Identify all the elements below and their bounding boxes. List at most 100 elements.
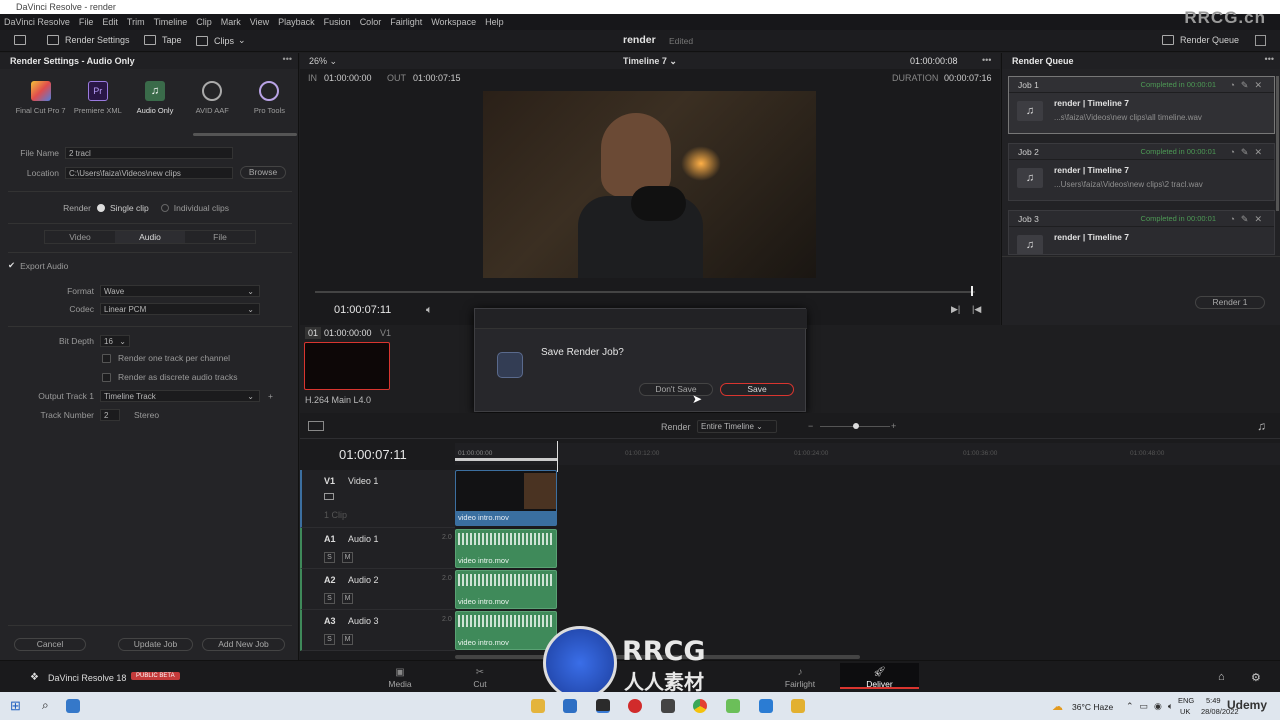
file-name-input[interactable]: 2 tracl xyxy=(65,147,233,159)
last-frame-icon[interactable]: |◀ xyxy=(972,304,981,315)
codec-select[interactable]: Linear PCM ⌄ xyxy=(100,303,260,315)
more-options-icon[interactable]: ••• xyxy=(1265,54,1274,64)
fullscreen-icon[interactable] xyxy=(1255,35,1266,46)
one-track-checkbox[interactable] xyxy=(102,353,111,363)
tab-video[interactable]: Video xyxy=(45,231,115,243)
preset-audio-only[interactable]: ♫ Audio Only xyxy=(126,81,183,115)
bit-depth-select[interactable]: 16 ⌄ xyxy=(100,335,130,347)
render-all-button[interactable]: Render 1 xyxy=(1195,296,1265,309)
clock-time[interactable]: 5:49 xyxy=(1206,696,1221,705)
language-code[interactable]: ENG xyxy=(1178,696,1194,705)
track-monitor-icon[interactable] xyxy=(324,493,334,500)
mute-button[interactable]: M xyxy=(342,634,353,645)
zoom-out-icon[interactable]: − xyxy=(808,421,813,431)
tray-icons[interactable]: ⌃▭◉🔈︎ xyxy=(1126,701,1179,712)
menu-color[interactable]: Color xyxy=(360,17,382,27)
preset-premiere-xml[interactable]: Pr Premiere XML xyxy=(69,81,126,115)
job-actions[interactable]: ◔✎✕ xyxy=(1229,77,1268,93)
todo-icon[interactable] xyxy=(759,699,773,713)
page-cut[interactable]: ✂ Cut xyxy=(450,667,510,689)
calculator-icon[interactable] xyxy=(563,699,577,713)
render-job[interactable]: Job 3 Completed in 00:00:01 ◔✎✕ ♫ render | … xyxy=(1008,210,1275,255)
discrete-checkbox[interactable] xyxy=(102,372,111,382)
timeline-view-icon[interactable] xyxy=(308,421,324,431)
clip-thumbnail[interactable] xyxy=(304,342,390,390)
home-icon[interactable]: ⌂ xyxy=(1218,671,1225,683)
opera-icon[interactable] xyxy=(628,699,642,713)
menu-playback[interactable]: Playback xyxy=(278,17,315,27)
app-icon[interactable] xyxy=(726,699,740,713)
render-job[interactable]: Job 1 Completed in 00:00:01 ◔✎✕ ♫ render | … xyxy=(1008,76,1275,134)
queue-scrollbar[interactable] xyxy=(1276,76,1279,211)
language-region[interactable]: UK xyxy=(1180,707,1190,716)
job-actions[interactable]: ◔✎✕ xyxy=(1229,144,1268,160)
menu-help[interactable]: Help xyxy=(485,17,504,27)
page-media[interactable]: ▣ Media xyxy=(370,667,430,689)
scrubber-bar[interactable] xyxy=(315,291,975,293)
volume-icon[interactable]: 🔈︎ xyxy=(426,304,433,317)
monitor-icon[interactable] xyxy=(14,35,32,45)
menu-fusion[interactable]: Fusion xyxy=(324,17,351,27)
tab-file[interactable]: File xyxy=(185,231,255,243)
davinci-taskbar-icon[interactable] xyxy=(596,699,610,713)
location-input[interactable]: C:\Users\faiza\Videos\new clips xyxy=(65,166,233,179)
timeline-select[interactable]: Timeline 7 ⌄ xyxy=(623,56,677,67)
menu-clip[interactable]: Clip xyxy=(196,17,212,27)
windows-start-icon[interactable]: ⊞ xyxy=(10,698,21,714)
menu-file[interactable]: File xyxy=(79,17,94,27)
gear-icon[interactable]: ⚙ xyxy=(1251,671,1261,684)
preset-avid-aaf[interactable]: AVID AAF xyxy=(184,81,241,115)
track-number-input[interactable]: 2 xyxy=(100,409,120,421)
more-options-icon[interactable]: ••• xyxy=(283,54,292,64)
task-view-icon[interactable] xyxy=(66,699,80,713)
clips-toggle[interactable]: Clips ⌄ xyxy=(196,35,246,46)
preset-pro-tools[interactable]: Pro Tools xyxy=(241,81,298,115)
scrubber-handle[interactable] xyxy=(971,286,973,296)
menu-davinci[interactable]: DaVinci Resolve xyxy=(4,17,70,27)
menu-fairlight[interactable]: Fairlight xyxy=(390,17,422,27)
audio-clip[interactable]: video intro.mov xyxy=(455,570,557,609)
browse-button[interactable]: Browse xyxy=(240,166,286,179)
camera-icon[interactable] xyxy=(661,699,675,713)
menu-workspace[interactable]: Workspace xyxy=(431,17,476,27)
preset-final-cut[interactable]: Final Cut Pro 7 xyxy=(12,81,69,115)
audio-clip[interactable]: video intro.mov xyxy=(455,611,557,650)
folder-icon[interactable] xyxy=(531,699,545,713)
individual-clips-radio[interactable] xyxy=(160,204,169,212)
page-fairlight[interactable]: ♪ Fairlight xyxy=(770,667,830,689)
render-job[interactable]: Job 2 Completed in 00:00:01 ◔✎✕ ♫ render | … xyxy=(1008,143,1275,201)
tab-audio[interactable]: Audio xyxy=(115,231,185,243)
zoom-slider-handle[interactable] xyxy=(853,423,859,429)
chrome-icon[interactable] xyxy=(693,699,707,713)
audio-clip[interactable]: video intro.mov xyxy=(455,529,557,568)
page-deliver[interactable]: 🚀︎ Deliver xyxy=(840,663,919,689)
add-new-job-button[interactable]: Add New Job xyxy=(202,638,285,651)
next-frame-icon[interactable]: ▶| xyxy=(951,304,960,315)
format-select[interactable]: Wave ⌄ xyxy=(100,285,260,297)
update-job-button[interactable]: Update Job xyxy=(118,638,193,651)
search-icon[interactable]: ⌕ xyxy=(42,698,49,713)
render-range-select[interactable]: Entire Timeline ⌄ xyxy=(697,420,777,433)
tape-toggle[interactable]: Tape xyxy=(144,35,182,45)
mute-button[interactable]: M xyxy=(342,552,353,563)
render-settings-toggle[interactable]: Render Settings xyxy=(47,35,130,45)
solo-button[interactable]: S xyxy=(324,552,335,563)
playhead[interactable] xyxy=(557,441,558,472)
video-clip[interactable]: video intro.mov xyxy=(455,470,557,526)
add-track-icon[interactable]: + xyxy=(268,391,273,401)
more-options-icon[interactable]: ••• xyxy=(982,55,991,65)
cancel-button[interactable]: Cancel xyxy=(14,638,86,651)
check-icon[interactable]: ✔ xyxy=(8,260,15,271)
output-track-select[interactable]: Timeline Track ⌄ xyxy=(100,390,260,402)
music-note-icon[interactable]: ♫ xyxy=(1257,419,1266,433)
menu-view[interactable]: View xyxy=(250,17,269,27)
solo-button[interactable]: S xyxy=(324,593,335,604)
menu-trim[interactable]: Trim xyxy=(127,17,145,27)
render-queue-toggle[interactable]: Render Queue xyxy=(1162,35,1239,45)
solo-button[interactable]: S xyxy=(324,634,335,645)
menu-mark[interactable]: Mark xyxy=(221,17,241,27)
save-button[interactable]: Save xyxy=(720,383,794,396)
job-actions[interactable]: ◔✎✕ xyxy=(1229,211,1268,227)
mute-button[interactable]: M xyxy=(342,593,353,604)
menu-edit[interactable]: Edit xyxy=(102,17,118,27)
